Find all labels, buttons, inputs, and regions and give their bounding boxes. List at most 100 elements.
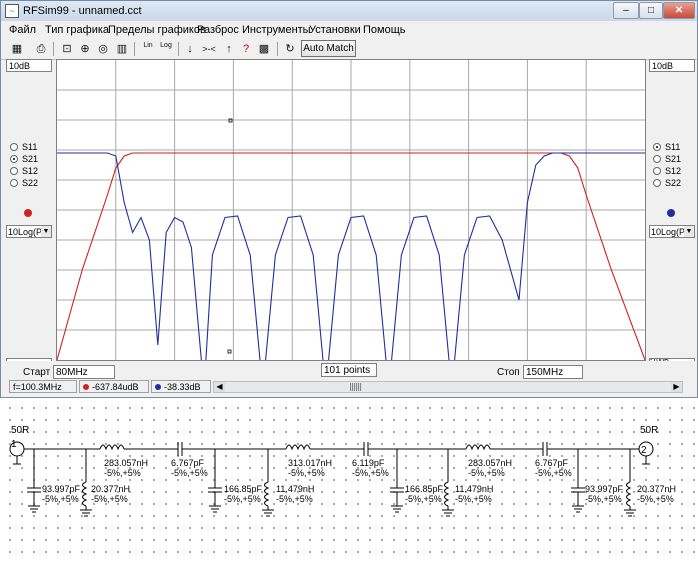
toolbar-separator [178,42,179,56]
menu-tools[interactable]: Инструменты [242,24,311,36]
status-s11-value: -38.33dB [164,382,201,392]
left-format-select[interactable]: 10Log(P) ▼ [6,225,52,238]
radio-icon [653,155,661,163]
radio-icon [10,143,18,151]
narrow-icon[interactable]: >-< [201,41,217,57]
shunt-element-label: 93.997pF -5%,+5% [42,484,81,504]
menu-file[interactable]: Файл [9,24,36,36]
s-parameter-plot[interactable] [56,59,646,391]
shunt-element-label: 11.479nH -5%,+5% [276,484,315,504]
schematic-area[interactable]: 50R 1 50R 2 283.057nH -5%,+5% 6.767pF -5%,… [0,398,698,563]
series-element-label: 313.017nH -5%,+5% [288,458,333,478]
status-frequency: f=100.3MHz [9,380,77,393]
refresh-icon[interactable]: ↻ [282,41,298,57]
scroll-left-icon[interactable]: ◀ [214,382,225,392]
right-radio-s11[interactable]: S11 [653,141,680,153]
left-radio-s11[interactable]: S11 [10,141,37,153]
plot-canvas [56,60,646,391]
help-icon[interactable]: ? [238,41,254,57]
menu-chart-type[interactable]: Тип графика [45,24,109,36]
shunt-element-label: 166.85pF -5%,+5% [224,484,263,504]
shunt-element-label: 93.997pF -5%,+5% [585,484,624,504]
print-icon[interactable]: ⎙ [33,41,49,57]
toolbar: ▦ ⎙ ⊡ ⊕ ◎ ▥ Lin Log ↓ >-< ↑ ? ▩ ↻ Auto M… [1,39,697,60]
marker-s11 [227,349,232,354]
left-scale-top[interactable]: 10dB [6,59,52,72]
inductor-icon [99,444,125,451]
stop-frequency-input[interactable]: 150MHz [523,365,583,379]
arrow-down-icon[interactable]: ↓ [182,41,198,57]
shunt-element-label: 20.377nH -5%,+5% [91,484,131,504]
svg-text:2: 2 [641,445,647,456]
toolbar-separator [53,42,54,56]
menu-help[interactable]: Помощь [363,24,406,36]
shunt-element-label: 20.377nH -5%,+5% [637,484,677,504]
series-element-label: 6.767pF -5%,+5% [171,458,208,478]
series-element-label: 6.119pF -5%,+5% [352,458,389,478]
menu-bar: Файл Тип графика Пределы графиков Разбро… [1,21,697,39]
minimize-button[interactable]: – [613,2,639,19]
radio-selected-icon [653,143,661,151]
tuning-icon[interactable]: ▩ [256,41,272,57]
toolbar-separator [134,42,135,56]
radio-selected-icon [10,155,18,163]
scroll-right-icon[interactable]: ▶ [671,382,682,392]
right-radio-s22[interactable]: S22 [653,177,681,189]
svg-text:50R: 50R [11,425,29,436]
grid-icon[interactable]: ▥ [114,41,130,57]
right-radio-s21[interactable]: S21 [653,153,681,165]
status-s21-value: -637.84udB [92,382,139,392]
left-radio-s22[interactable]: S22 [10,177,38,189]
menu-settings[interactable]: Установки [309,24,361,36]
start-frequency-input[interactable]: 80MHz [53,365,115,379]
right-radio-s12[interactable]: S12 [653,165,681,177]
radio-label: S22 [665,178,682,188]
crosshair-icon[interactable]: ⊕ [77,41,93,57]
svg-text:50R: 50R [640,425,658,436]
right-format-select[interactable]: 10Log(P) ▼ [649,225,695,238]
menu-chart-limits[interactable]: Пределы графиков [108,24,206,36]
radio-label: S21 [22,154,39,164]
menu-spread[interactable]: Разброс [197,24,239,36]
red-dot-icon [83,384,89,390]
series-element-label: 6.767pF -5%,+5% [535,458,572,478]
chevron-down-icon: ▼ [41,226,51,237]
radio-icon [10,179,18,187]
maximize-button[interactable]: □ [639,2,663,19]
radio-label: S11 [665,142,681,152]
radio-label: S22 [22,178,39,188]
window-title: RFSim99 - unnamed.cct [23,5,142,17]
close-button[interactable]: ✕ [663,2,695,19]
right-scale-top[interactable]: 10dB [649,59,695,72]
right-trace-color-icon [667,209,675,217]
left-scale-bottom[interactable] [6,358,52,361]
zoom-fit-icon[interactable]: ⊡ [59,41,75,57]
frequency-scrollbar[interactable]: ◀ ▶ [213,381,683,393]
linear-scale-icon[interactable]: Lin [140,41,156,57]
radio-icon [653,179,661,187]
status-s21: -637.84udB [79,380,149,393]
right-scale-bottom[interactable]: -10dB [649,358,695,361]
left-radio-s12[interactable]: S12 [10,165,38,177]
start-label: Старт [23,367,51,378]
auto-match-button[interactable]: Auto Match [301,40,356,57]
title-bar[interactable]: ~ RFSim99 - unnamed.cct – □ ✕ [1,1,697,21]
radio-icon [653,167,661,175]
scroll-thumb[interactable] [350,383,362,391]
plot-grid [57,60,645,360]
shunt-element-label: 166.85pF -5%,+5% [405,484,444,504]
select-value: 10Log(P) [8,227,46,237]
target-icon[interactable]: ◎ [95,41,111,57]
arrow-up-icon[interactable]: ↑ [221,41,237,57]
left-radio-s21[interactable]: S21 [10,153,38,165]
blue-dot-icon [155,384,161,390]
log-scale-icon[interactable]: Log [158,41,174,57]
svg-text:1: 1 [11,439,17,450]
printer-setup-icon[interactable]: ▦ [9,41,25,57]
radio-label: S12 [665,166,682,176]
points-input[interactable]: 101 points [321,363,377,377]
app-icon: ~ [5,4,19,18]
radio-icon [10,167,18,175]
series-element-label: 283.057nH -5%,+5% [104,458,149,478]
schematic-drawing: 50R 1 50R 2 [9,425,658,517]
